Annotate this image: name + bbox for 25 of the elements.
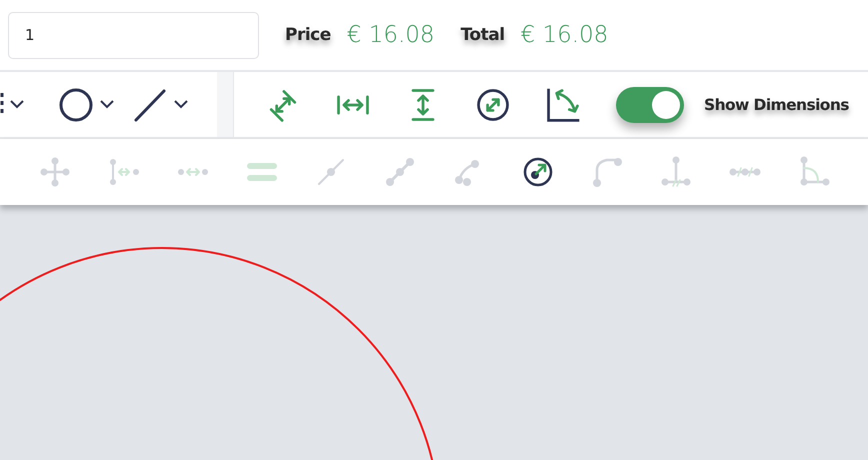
chevron-down-icon — [100, 100, 114, 109]
chevron-down-icon — [10, 100, 24, 109]
angle-dimension-icon — [544, 86, 582, 124]
price-value: € 16.08 — [346, 22, 435, 48]
coincident-constraint-icon — [39, 156, 71, 188]
point-distance-constraint-icon — [108, 156, 140, 188]
radius-constraint-icon — [522, 156, 554, 188]
on-line-constraint-icon — [315, 156, 347, 188]
angle-dimension-button[interactable] — [544, 86, 582, 124]
distance-constraint-icon — [177, 167, 209, 177]
midpoint-constraint-icon — [729, 166, 761, 178]
quantity-field[interactable]: 1 — [8, 12, 259, 58]
toggle-switch[interactable] — [616, 86, 684, 122]
price-label: Price — [285, 25, 331, 45]
line-icon — [132, 86, 168, 122]
angle-constraint-icon — [798, 156, 830, 188]
collinear-constraint-icon — [384, 156, 416, 188]
circle-icon — [58, 86, 94, 122]
total-label: Total — [460, 25, 505, 45]
perpendicular-constraint-icon — [660, 156, 692, 188]
arc-constraint-icon — [591, 156, 623, 188]
total-value: € 16.08 — [520, 22, 608, 48]
radius-constraint-button[interactable] — [522, 156, 554, 188]
show-dimensions-label: Show Dimensions — [704, 96, 849, 114]
chevron-down-icon — [174, 100, 188, 109]
